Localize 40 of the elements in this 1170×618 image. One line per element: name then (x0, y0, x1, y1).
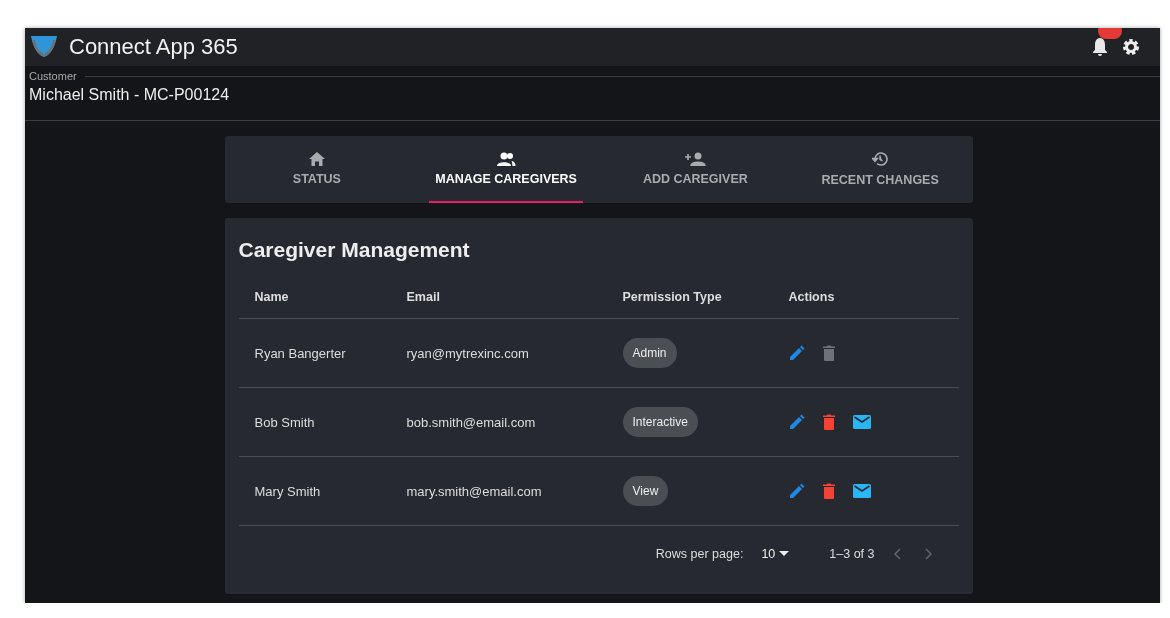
card-title: Caregiver Management (238, 238, 471, 262)
home-icon (308, 151, 325, 166)
people-icon (496, 151, 517, 166)
rows-per-page-label: Rows per page: (655, 547, 744, 561)
field-label: Customer (29, 70, 77, 82)
caret-icon (779, 551, 790, 557)
name-text: Mary Smith (254, 483, 321, 499)
add-person-icon (684, 151, 707, 166)
settings-icon[interactable] (1122, 38, 1140, 56)
edit-button[interactable] (788, 483, 805, 499)
edit-button[interactable] (788, 345, 805, 361)
page-range: 1–3 of 3 (829, 547, 875, 561)
tab[interactable]: ADD CAREGIVER (622, 136, 768, 203)
email-text: bob.smith@email.com (406, 414, 536, 430)
edit-button[interactable] (788, 414, 805, 430)
email-button[interactable] (852, 415, 871, 429)
column-header: Actions (772, 276, 959, 319)
email-text: mary.smith@email.com (406, 483, 542, 499)
customer-select[interactable]: Customer Michael Smith - MC-P00124 (25, 66, 1160, 121)
customer-value: Michael Smith - MC-P00124 (29, 86, 231, 104)
logo-icon (29, 36, 59, 58)
name-text: Ryan Bangerter (254, 345, 346, 361)
bell-icon[interactable] (1092, 37, 1108, 57)
name-text: Bob Smith (254, 414, 315, 430)
tab[interactable]: MANAGE CAREGIVERS (429, 136, 583, 203)
permission-chip: Interactive (622, 407, 698, 437)
tab[interactable]: RECENT CHANGES (807, 136, 953, 203)
column-header: Permission Type (606, 276, 773, 319)
column-header: Name (238, 276, 391, 319)
email-text: ryan@mytrexinc.com (406, 345, 529, 361)
delete-button[interactable] (822, 483, 835, 499)
permission-chip: View (622, 476, 669, 506)
tab[interactable]: STATUS (244, 136, 390, 203)
app-title: Connect App 365 (69, 34, 238, 60)
rows-per-page-select[interactable]: 10 (755, 546, 796, 562)
delete-button[interactable] (822, 414, 835, 430)
history-icon (872, 150, 889, 167)
permission-chip: Admin (622, 338, 677, 368)
email-button[interactable] (852, 484, 871, 498)
column-header: Email (390, 276, 607, 319)
